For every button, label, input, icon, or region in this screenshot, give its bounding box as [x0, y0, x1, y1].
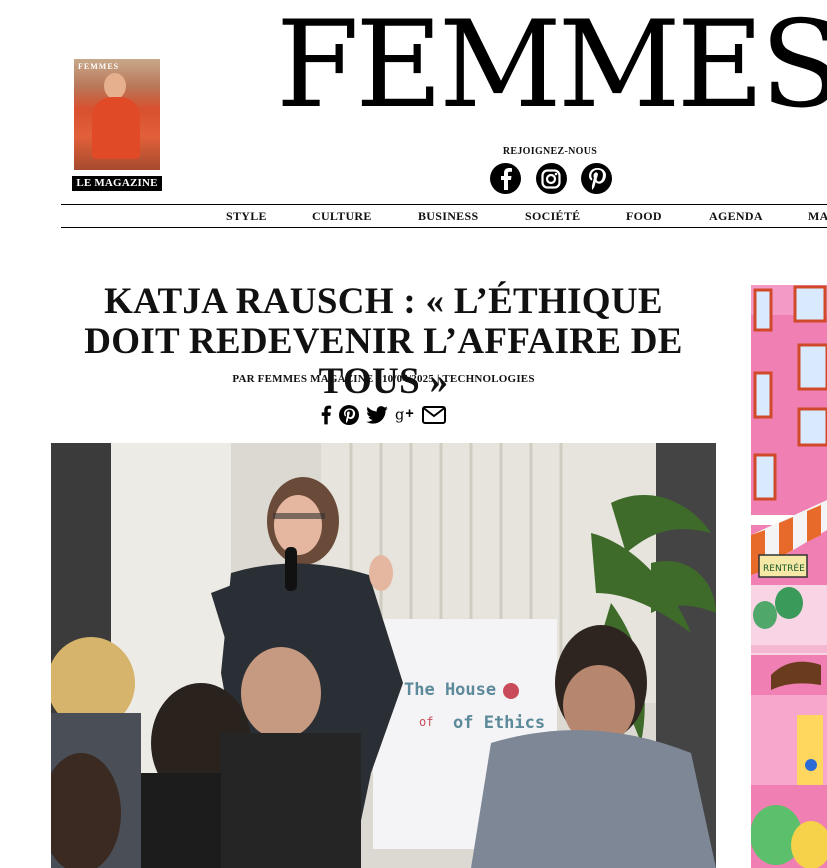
instagram-icon[interactable] [535, 163, 567, 194]
cover-masthead: FEMMES [78, 62, 120, 71]
ad-sign: RENTRÉE [763, 562, 805, 574]
nav-item-magazine[interactable]: MA [808, 209, 827, 224]
nav-bottom-rule [61, 227, 827, 228]
sign-line2: of Ethics [453, 713, 545, 733]
nav-item-agenda[interactable]: AGENDA [709, 209, 763, 224]
nav-item-culture[interactable]: CULTURE [312, 209, 372, 224]
nav-item-food[interactable]: FOOD [626, 209, 662, 224]
magazine-cover[interactable]: FEMMES [74, 59, 160, 170]
sign-line1: The House [404, 680, 496, 700]
pinterest-icon[interactable] [581, 163, 612, 194]
nav-item-style[interactable]: STYLE [226, 209, 267, 224]
svg-text:of: of [419, 715, 433, 729]
share-bar: g [320, 402, 446, 428]
article-meta: PAR FEMMES MAGAZINE | 10/04/2025 | TECHN… [232, 373, 535, 385]
cover-figure-head [104, 73, 126, 99]
facebook-icon[interactable] [490, 163, 521, 194]
nav-item-business[interactable]: BUSINESS [418, 209, 478, 224]
twitter-icon[interactable] [366, 406, 388, 424]
nav-item-societe[interactable]: SOCIÉTÉ [525, 209, 580, 224]
social-links [490, 163, 612, 195]
cover-figure-body [92, 97, 140, 159]
sidebar-ad[interactable]: RENTRÉE [751, 285, 827, 868]
pinterest-icon[interactable] [339, 405, 359, 425]
main-nav: STYLE CULTURE BUSINESS SOCIÉTÉ FOOD AGEN… [61, 205, 827, 227]
svg-text:g: g [395, 408, 404, 424]
google-plus-icon[interactable]: g [395, 406, 415, 424]
magazine-label[interactable]: LE MAGAZINE [72, 176, 162, 191]
facebook-icon[interactable] [320, 405, 332, 425]
join-us-label: REJOIGNEZ-NOUS [502, 146, 598, 157]
article-photo: The House of of Ethics [51, 443, 716, 868]
site-logo[interactable]: FEMMES [276, 6, 827, 126]
email-icon[interactable] [422, 406, 446, 424]
